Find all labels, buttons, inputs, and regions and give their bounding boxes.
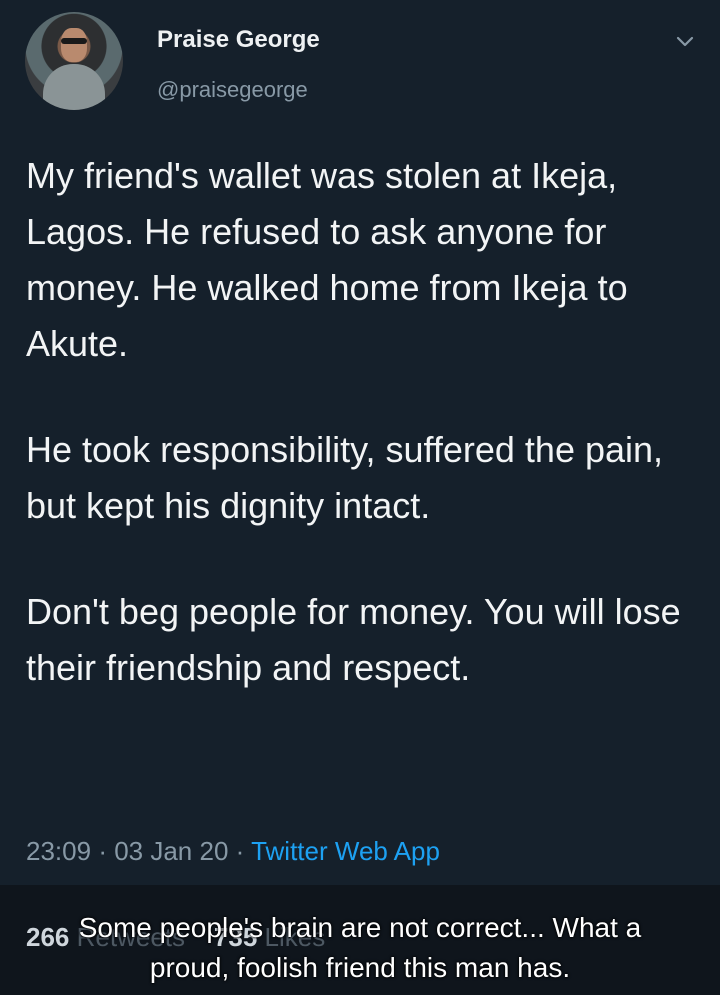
tweet-date[interactable]: 03 Jan 20: [114, 836, 228, 866]
chevron-down-icon[interactable]: [674, 30, 696, 52]
caption-line: Some people's brain are not correct... W…: [78, 912, 642, 943]
tweet-metadata: 23:09 · 03 Jan 20 · Twitter Web App: [26, 836, 440, 867]
user-handle[interactable]: @praisegeorge: [157, 77, 308, 103]
avatar[interactable]: [25, 12, 123, 110]
tweet-paragraph: My friend's wallet was stolen at Ikeja, …: [26, 155, 628, 364]
avatar-shirt: [43, 64, 105, 110]
separator: ·: [98, 836, 115, 866]
tweet-paragraph: He took responsibility, suffered the pai…: [26, 429, 664, 526]
tweet-card: Praise George @praisegeorge My friend's …: [0, 0, 720, 885]
tweet-time[interactable]: 23:09: [26, 836, 91, 866]
caption-line: proud, foolish friend this man has.: [149, 952, 571, 983]
tweet-paragraph: Don't beg people for money. You will los…: [26, 591, 681, 688]
tweet-text: My friend's wallet was stolen at Ikeja, …: [26, 148, 706, 696]
separator: ·: [235, 836, 252, 866]
tweet-source-link[interactable]: Twitter Web App: [251, 836, 440, 866]
image-caption: Some people's brain are not correct... W…: [0, 908, 720, 988]
display-name[interactable]: Praise George: [157, 26, 320, 54]
avatar-head: [61, 28, 87, 62]
avatar-glasses: [61, 38, 87, 44]
